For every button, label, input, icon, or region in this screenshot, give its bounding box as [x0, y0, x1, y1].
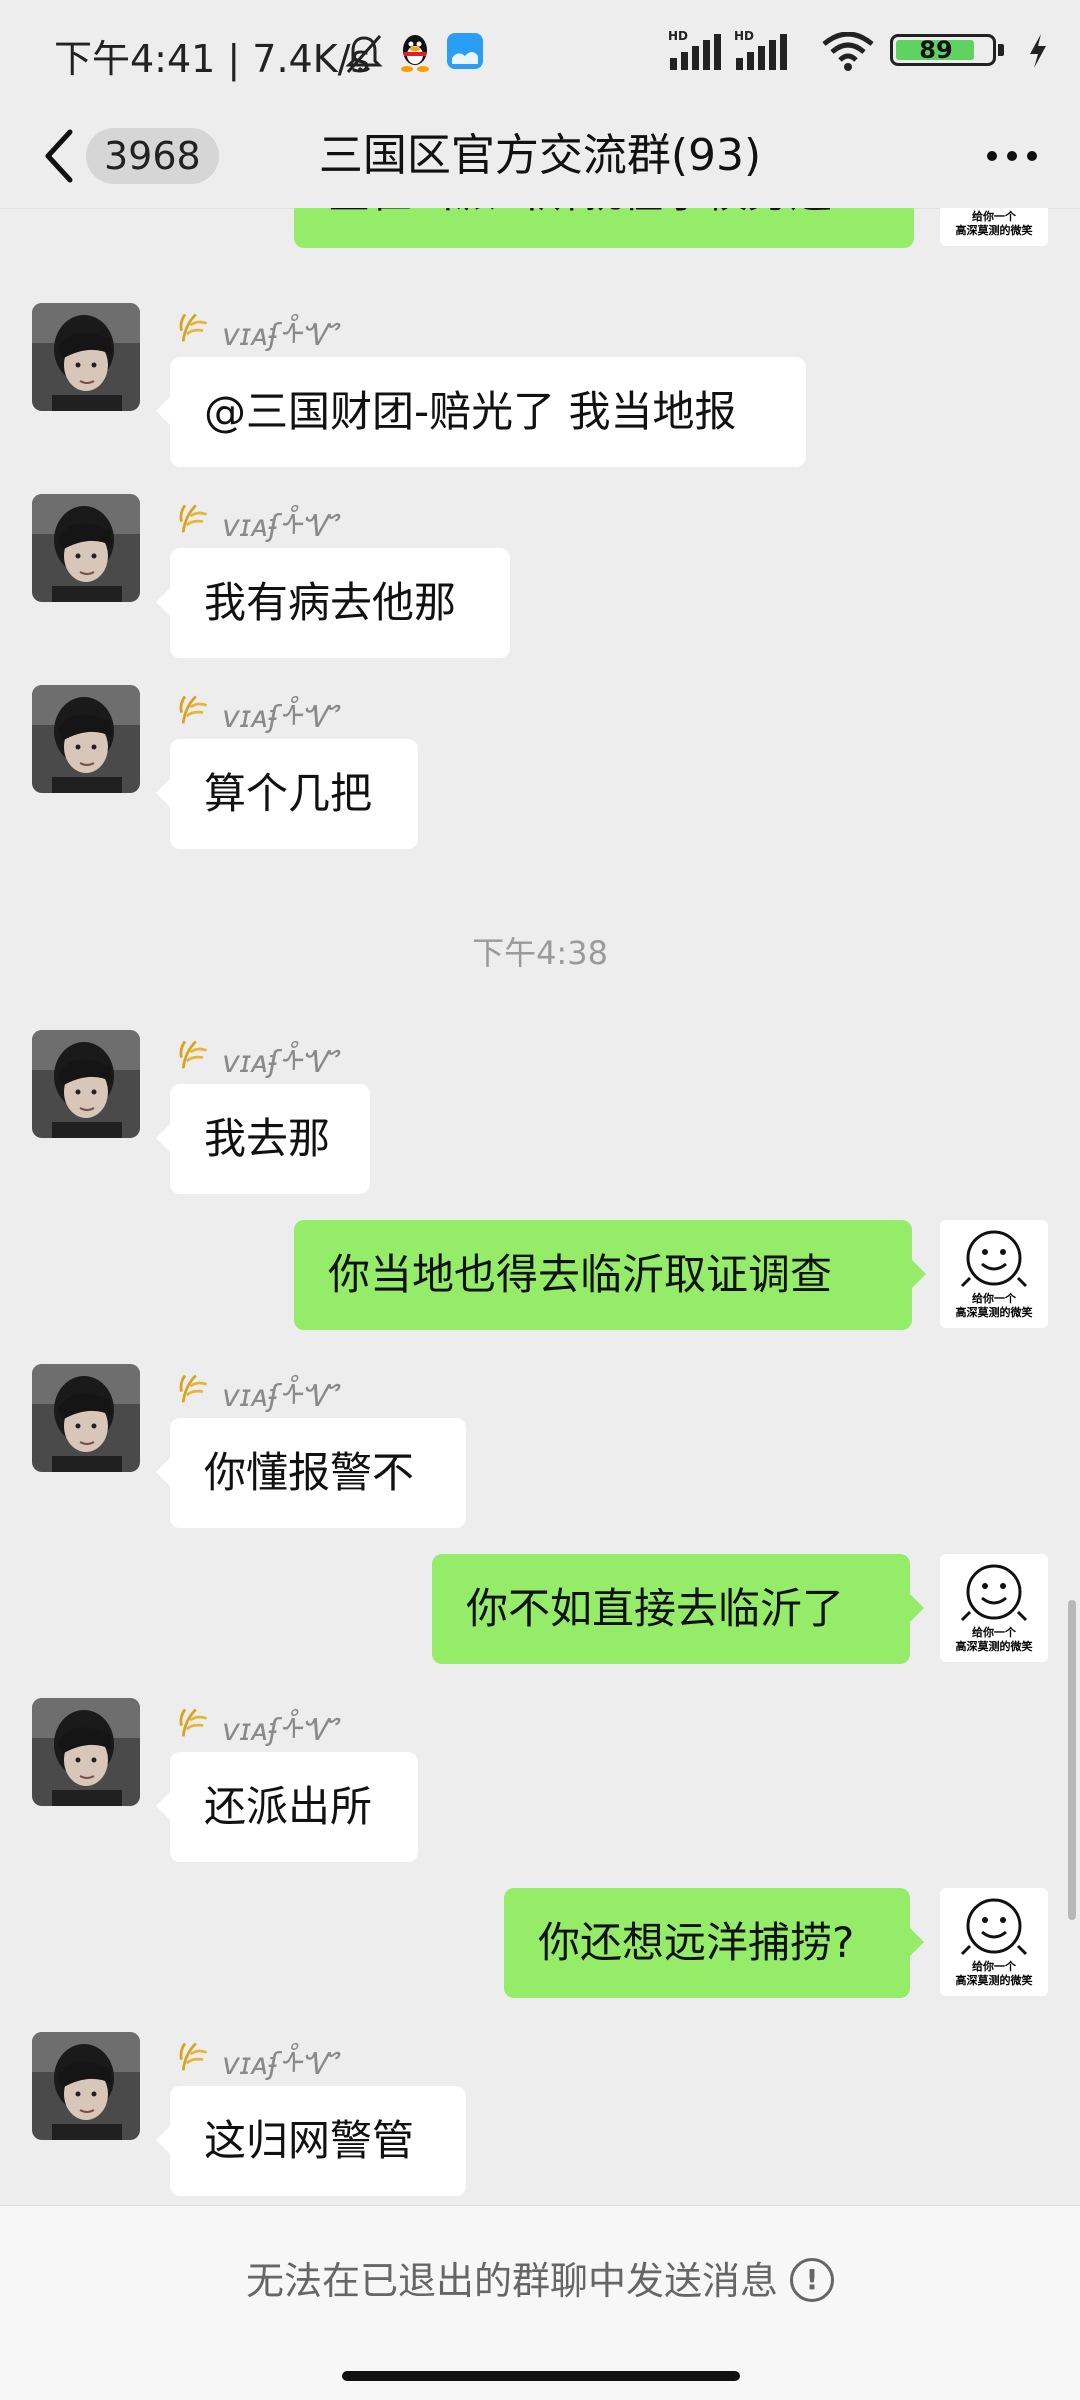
wheat-icon [179, 695, 208, 724]
status-bar: 下午4:41 | 7.4K/s HD HD 89 [0, 0, 1080, 104]
self-avatar-smile-meme[interactable]: 给你一个 高深莫测的微笑 [940, 1220, 1048, 1328]
sender-avatar[interactable] [32, 685, 140, 793]
self-avatar-caption: 给你一个 高深莫测的微笑 [955, 210, 1033, 237]
sender-nickname-text: ᴠɪᴀʄᢥᏉ [222, 699, 338, 735]
status-time: 下午4:41 | 7.4K/s [54, 37, 371, 81]
timestamp: 下午4:38 [472, 934, 608, 972]
exclamation-circle-icon[interactable]: ! [790, 2257, 834, 2302]
signal-strength-2-icon: HD [734, 29, 787, 70]
sender-nickname: ᴠɪᴀʄᢥᏉ [176, 1702, 337, 1748]
wheat-icon [179, 1374, 208, 1403]
sender-avatar[interactable] [32, 1030, 140, 1138]
sender-nickname: ᴠɪᴀʄᢥᏉ [176, 1368, 337, 1414]
sender-nickname-text: ᴠɪᴀʄᢥᏉ [222, 508, 338, 544]
incoming-message-bubble[interactable]: 还派出所 [156, 1752, 418, 1862]
more-dots-icon[interactable] [984, 144, 1040, 168]
incoming-message-bubble[interactable]: 这归网警管 [156, 2086, 466, 2196]
wheat-icon [179, 313, 208, 342]
battery-icon: 89 [890, 34, 1008, 66]
sender-nickname-text: ᴠɪᴀʄᢥᏉ [222, 1044, 338, 1080]
mute-bell-icon [345, 35, 383, 73]
hd-label: HD [668, 29, 688, 43]
chat-header: 三国区官方交流群(93) 3968 [0, 104, 1080, 209]
charging-bolt-icon [1030, 34, 1046, 68]
back-chevron-icon[interactable] [36, 126, 80, 186]
wheat-icon [179, 2042, 208, 2071]
unread-count-badge[interactable]: 3968 [86, 128, 219, 184]
outgoing-message-bubble[interactable]: 你还想远洋捕捞? [504, 1888, 924, 1998]
outgoing-message-bubble[interactable]: 你不如直接去临沂了 [432, 1554, 924, 1664]
sender-avatar[interactable] [32, 303, 140, 411]
self-avatar-caption: 给你一个 高深莫测的微笑 [955, 1292, 1033, 1319]
cloud-app-icon [447, 33, 483, 69]
qq-penguin-icon [401, 35, 429, 72]
self-avatar-smile-meme[interactable]: 给你一个 高深莫测的微笑 [940, 1888, 1048, 1996]
sender-avatar[interactable] [32, 1698, 140, 1806]
incoming-message-bubble[interactable]: 你懂报警不 [156, 1418, 466, 1528]
sender-nickname: ᴠɪᴀʄᢥᏉ [176, 307, 337, 353]
self-avatar-smile-meme[interactable]: 给你一个 高深莫测的微笑 [940, 1554, 1048, 1662]
input-disabled-bar: 无法在已退出的群聊中发送消息! [0, 2205, 1080, 2356]
sender-nickname-text: ᴠɪᴀʄᢥᏉ [222, 1712, 338, 1748]
wheat-icon [179, 504, 208, 533]
sender-avatar[interactable] [32, 494, 140, 602]
self-avatar-caption: 给你一个 高深莫测的微笑 [955, 1626, 1033, 1653]
sender-nickname-text: ᴠɪᴀʄᢥᏉ [222, 2046, 338, 2082]
incoming-message-bubble[interactable]: 我有病去他那 [156, 548, 510, 658]
sender-nickname-text: ᴠɪᴀʄᢥᏉ [222, 317, 338, 353]
battery-level: 89 [919, 36, 953, 64]
message-list[interactable]: 金崔山派出所就在学校旁边给你一个高深莫测的微笑ᴠɪᴀʄᢥᏉ@三国财团-赔光了 我… [0, 208, 1080, 2205]
cannot-send-notice: 无法在已退出的群聊中发送消息! [0, 2250, 1080, 2306]
hd-label-2: HD [734, 29, 754, 43]
sender-nickname: ᴠɪᴀʄᢥᏉ [176, 2036, 337, 2082]
wheat-icon [179, 1708, 208, 1737]
sender-nickname: ᴠɪᴀʄᢥᏉ [176, 1034, 337, 1080]
sender-nickname: ᴠɪᴀʄᢥᏉ [176, 498, 337, 544]
sender-nickname-text: ᴠɪᴀʄᢥᏉ [222, 1378, 338, 1414]
sender-avatar[interactable] [32, 2032, 140, 2140]
incoming-message-bubble[interactable]: 算个几把 [156, 739, 418, 849]
self-avatar-smile-meme[interactable]: 给你一个 高深莫测的微笑 [940, 208, 1048, 246]
outgoing-message-bubble[interactable]: 金崔山派出所就在学校旁边 [294, 208, 914, 248]
wheat-icon [179, 1040, 208, 1069]
wifi-icon [822, 32, 874, 71]
self-avatar-caption: 给你一个 高深莫测的微笑 [955, 1960, 1033, 1987]
notice-text: 无法在已退出的群聊中发送消息 [245, 2259, 778, 2303]
signal-strength-icon: HD [668, 29, 721, 70]
incoming-message-bubble[interactable]: @三国财团-赔光了 我当地报 [156, 357, 806, 467]
sender-avatar[interactable] [32, 1364, 140, 1472]
scrollbar[interactable] [1068, 1600, 1076, 1920]
sender-nickname: ᴠɪᴀʄᢥᏉ [176, 689, 337, 735]
home-indicator[interactable] [342, 2371, 740, 2381]
incoming-message-bubble[interactable]: 我去那 [156, 1084, 370, 1194]
outgoing-message-bubble[interactable]: 你当地也得去临沂取证调查 [294, 1220, 926, 1330]
